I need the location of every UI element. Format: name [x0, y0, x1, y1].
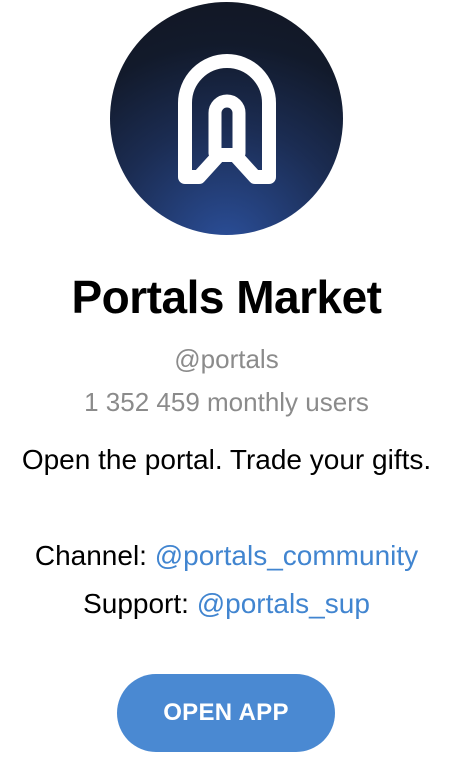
- support-label: Support:: [83, 588, 197, 619]
- channel-label: Channel:: [34, 540, 155, 571]
- support-info: Support: @portals_sup: [0, 585, 453, 623]
- channel-info: Channel: @portals_community: [0, 537, 453, 575]
- bot-title: Portals Market: [71, 271, 382, 323]
- monthly-users-count: 1 352 459 monthly users: [84, 387, 369, 417]
- bot-description: Open the portal. Trade your gifts.: [21, 444, 432, 475]
- open-app-button[interactable]: OPEN APP: [117, 674, 335, 752]
- portal-arch-icon: [177, 53, 276, 184]
- support-link[interactable]: @portals_sup: [197, 588, 370, 619]
- bot-avatar: [110, 2, 343, 235]
- bot-username: @portals: [174, 344, 279, 374]
- channel-link[interactable]: @portals_community: [155, 540, 418, 571]
